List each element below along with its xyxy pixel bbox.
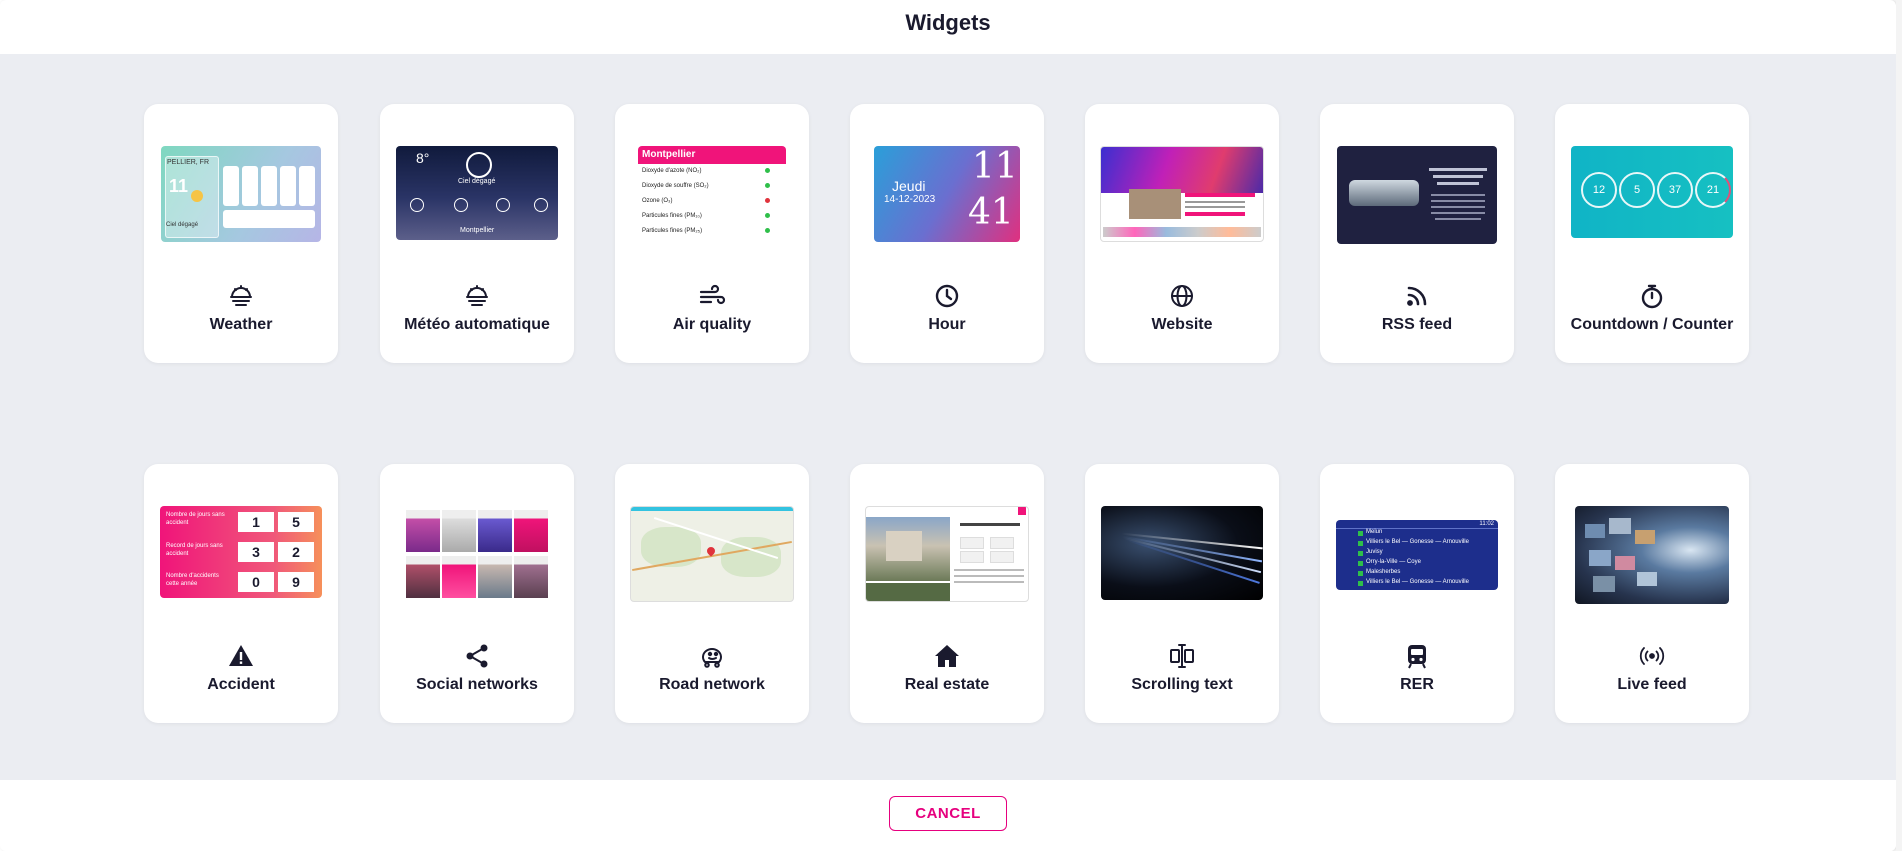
train-icon bbox=[1402, 641, 1432, 671]
widget-label: Real estate bbox=[904, 676, 990, 693]
widgets-modal: Widgets PELLIER, FR 11 Ciel dégagé Weath… bbox=[0, 0, 1896, 851]
widget-card-meteo-automatique[interactable]: 8° Ciel dégagé Montpellier Météo automat… bbox=[380, 104, 574, 363]
modal-title: Widgets bbox=[905, 10, 991, 35]
widget-label: Météo automatique bbox=[404, 316, 550, 333]
home-icon bbox=[932, 641, 962, 671]
wind-icon bbox=[697, 281, 727, 311]
scrolling-text-thumbnail bbox=[1101, 506, 1263, 600]
meteo-automatique-thumbnail: 8° Ciel dégagé Montpellier bbox=[396, 146, 558, 240]
widget-label: Air quality bbox=[672, 316, 752, 333]
rss-icon bbox=[1402, 281, 1432, 311]
widget-label: Weather bbox=[209, 316, 273, 333]
cancel-button[interactable]: CANCEL bbox=[889, 796, 1007, 831]
countdown-thumbnail: 12 5 37 21 bbox=[1571, 146, 1733, 238]
widget-label: Accident bbox=[207, 676, 275, 693]
cloud-sun-icon bbox=[226, 281, 256, 311]
widget-card-real-estate[interactable]: Real estate bbox=[850, 464, 1044, 723]
widget-label: RSS feed bbox=[1381, 316, 1453, 333]
website-thumbnail bbox=[1100, 146, 1264, 242]
real-estate-thumbnail bbox=[865, 506, 1029, 602]
rss-feed-thumbnail bbox=[1337, 146, 1497, 244]
widget-card-hour[interactable]: Jeudi 14-12-2023 11 41 Hour bbox=[850, 104, 1044, 363]
widget-label: Live feed bbox=[1617, 676, 1687, 693]
cloud-sun-icon bbox=[462, 281, 492, 311]
widget-label: RER bbox=[1400, 676, 1434, 693]
widget-label: Social networks bbox=[416, 676, 538, 693]
widget-label: Road network bbox=[659, 676, 765, 693]
widget-card-live-feed[interactable]: Live feed bbox=[1555, 464, 1749, 723]
widget-card-air-quality[interactable]: Montpellier Dioxyde d'azote (NO₂) Dioxyd… bbox=[615, 104, 809, 363]
widget-card-rer[interactable]: 11:02 Melun Villiers le Bel — Gonesse — … bbox=[1320, 464, 1514, 723]
broadcast-icon bbox=[1637, 641, 1667, 671]
air-quality-thumbnail: Montpellier Dioxyde d'azote (NO₂) Dioxyd… bbox=[638, 146, 786, 242]
warning-icon bbox=[226, 641, 256, 671]
widget-card-countdown-counter[interactable]: 12 5 37 21 Countdown / Counter bbox=[1555, 104, 1749, 363]
social-networks-thumbnail bbox=[404, 506, 550, 602]
widget-label: Scrolling text bbox=[1131, 676, 1233, 693]
scrollbar[interactable] bbox=[1896, 0, 1902, 851]
rer-thumbnail: 11:02 Melun Villiers le Bel — Gonesse — … bbox=[1336, 520, 1498, 590]
widget-label: Hour bbox=[928, 316, 966, 333]
live-feed-thumbnail bbox=[1575, 506, 1729, 604]
widget-label: Countdown / Counter bbox=[1570, 316, 1734, 333]
share-icon bbox=[462, 641, 492, 671]
clock-icon bbox=[932, 281, 962, 311]
widget-card-weather[interactable]: PELLIER, FR 11 Ciel dégagé Weather bbox=[144, 104, 338, 363]
widget-card-accident[interactable]: Nombre de jours sans accident Record de … bbox=[144, 464, 338, 723]
widget-card-road-network[interactable]: Road network bbox=[615, 464, 809, 723]
widget-card-rss-feed[interactable]: RSS feed bbox=[1320, 104, 1514, 363]
widget-card-website[interactable]: Website bbox=[1085, 104, 1279, 363]
hour-thumbnail: Jeudi 14-12-2023 11 41 bbox=[874, 146, 1020, 242]
accident-thumbnail: Nombre de jours sans accident Record de … bbox=[160, 506, 322, 598]
modal-header: Widgets bbox=[0, 0, 1896, 54]
road-network-thumbnail bbox=[630, 506, 794, 602]
modal-footer: CANCEL bbox=[0, 780, 1896, 851]
widget-label: Website bbox=[1151, 316, 1213, 333]
scrolling-text-icon bbox=[1167, 641, 1197, 671]
widget-card-scrolling-text[interactable]: Scrolling text bbox=[1085, 464, 1279, 723]
weather-thumbnail: PELLIER, FR 11 Ciel dégagé bbox=[161, 146, 321, 242]
waze-icon bbox=[697, 641, 727, 671]
globe-icon bbox=[1167, 281, 1197, 311]
stopwatch-icon bbox=[1637, 281, 1667, 311]
widgets-grid: PELLIER, FR 11 Ciel dégagé Weather 8° Ci… bbox=[0, 54, 1896, 780]
widget-card-social-networks[interactable]: Social networks bbox=[380, 464, 574, 723]
